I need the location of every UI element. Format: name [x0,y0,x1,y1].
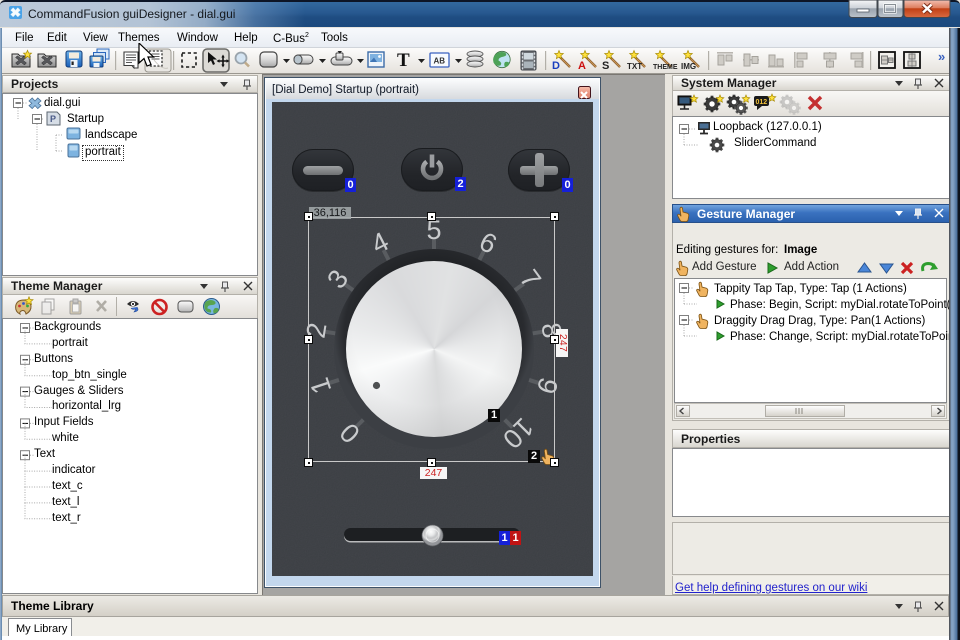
svg-text:TXT: TXT [627,62,642,71]
svg-text:A: A [578,60,586,72]
svg-text:S: S [602,60,609,72]
svg-text:P: P [50,114,56,124]
svg-text:»: » [938,49,945,64]
svg-text:T: T [397,50,410,71]
svg-text:D: D [552,60,560,72]
svg-text:IMG: IMG [681,62,696,71]
svg-text:THEME: THEME [653,64,678,71]
svg-text:AB: AB [434,57,446,66]
svg-text:012: 012 [756,99,768,106]
